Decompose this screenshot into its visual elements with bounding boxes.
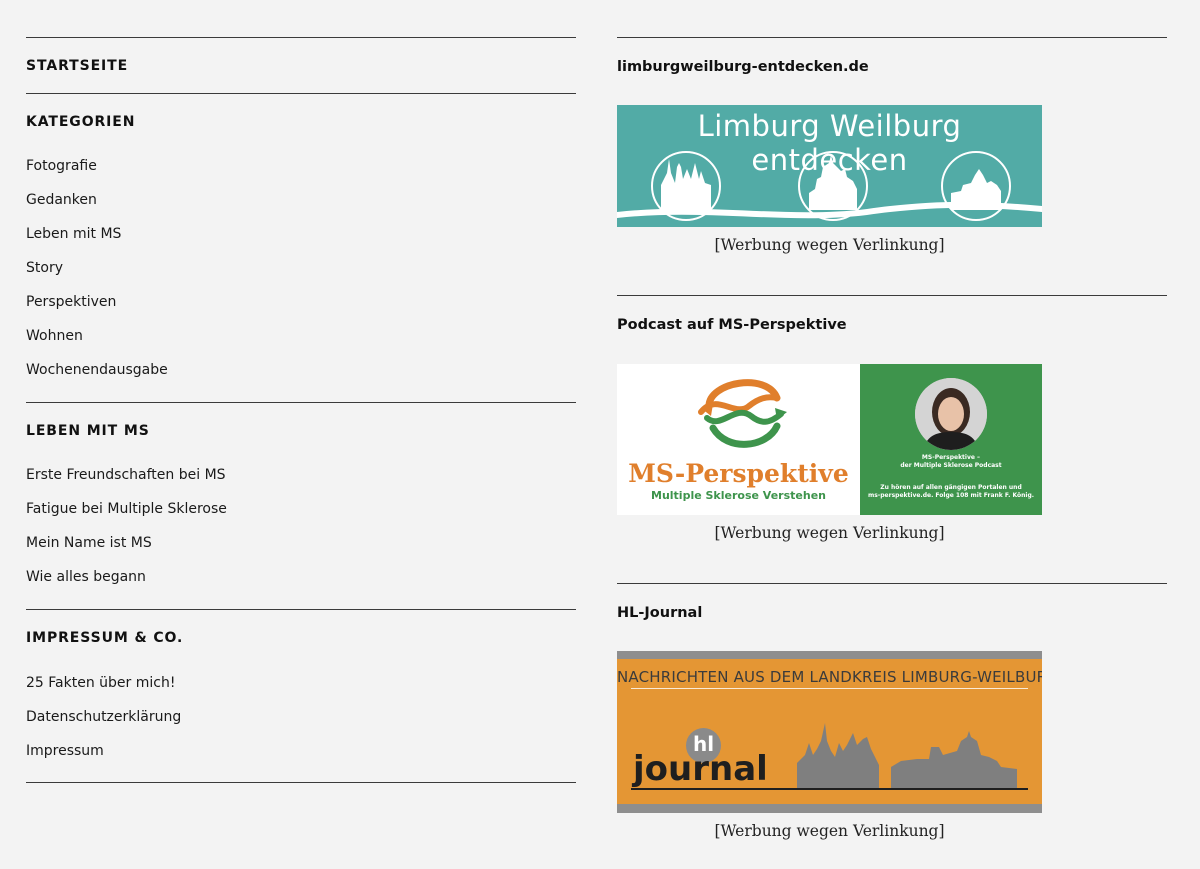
podcast-tagline-line: der Multiple Sklerose Podcast [900, 462, 1002, 469]
podcast-name-line: MS-Perspektive – [921, 454, 981, 461]
category-link-leben-mit-ms[interactable]: Leben mit MS [26, 226, 121, 242]
widget-heading-limburgweilburg: limburgweilburg-entdecken.de [617, 59, 869, 75]
divider [617, 37, 1167, 38]
section-heading-impressum: IMPRESSUM & CO. [26, 630, 184, 646]
podcast-info-panel: MS-Perspektive – der Multiple Sklerose P… [860, 364, 1042, 515]
divider [26, 609, 576, 610]
page-link-wie-alles-begann[interactable]: Wie alles begann [26, 569, 146, 585]
divider [617, 583, 1167, 584]
podcast-episode-line: ms-perspektive.de. Folge 108 mit Frank F… [867, 492, 1035, 499]
category-link-wohnen[interactable]: Wohnen [26, 328, 83, 344]
city-skyline-illustration [617, 151, 1042, 227]
widget-heading-podcast: Podcast auf MS-Perspektive [617, 317, 847, 333]
page-link-erste-freundschaften[interactable]: Erste Freundschaften bei MS [26, 467, 226, 483]
divider [26, 37, 576, 38]
advertising-caption: [Werbung wegen Verlinkung] [714, 822, 945, 840]
divider [617, 295, 1167, 296]
ms-perspektive-subtitle: Multiple Sklerose Verstehen [651, 489, 826, 502]
advertising-caption: [Werbung wegen Verlinkung] [714, 236, 945, 254]
category-link-fotografie[interactable]: Fotografie [26, 158, 97, 174]
limburg-weilburg-banner[interactable]: Limburg Weilburg entdecken [617, 105, 1042, 227]
category-link-story[interactable]: Story [26, 260, 63, 276]
page-link-fatigue[interactable]: Fatigue bei Multiple Sklerose [26, 501, 227, 517]
nav-startseite[interactable]: STARTSEITE [26, 58, 128, 74]
page-link-25-fakten[interactable]: 25 Fakten über mich! [26, 675, 175, 691]
advertising-caption: [Werbung wegen Verlinkung] [714, 524, 945, 542]
limburg-skyline-icon [631, 723, 1028, 790]
section-heading-kategorien: KATEGORIEN [26, 114, 136, 130]
category-link-perspektiven[interactable]: Perspektiven [26, 294, 116, 310]
ms-perspektive-logo-icon [698, 379, 787, 448]
hl-journal-banner[interactable]: NACHRICHTEN AUS DEM LANDKREIS LIMBURG-WE… [617, 651, 1042, 813]
ms-perspektive-podcast-banner[interactable]: MS-Perspektive Multiple Sklerose Versteh… [617, 364, 1042, 515]
podcast-availability-line: Zu hören auf allen gängigen Portalen und [880, 484, 1022, 491]
host-avatar [915, 378, 987, 450]
ms-perspektive-title: MS-Perspektive [628, 459, 849, 488]
divider [26, 402, 576, 403]
page-link-datenschutz[interactable]: Datenschutzerklärung [26, 709, 181, 725]
divider [26, 93, 576, 94]
category-link-gedanken[interactable]: Gedanken [26, 192, 97, 208]
divider [26, 782, 576, 783]
page-link-impressum[interactable]: Impressum [26, 743, 104, 759]
category-link-wochenendausgabe[interactable]: Wochenendausgabe [26, 362, 168, 378]
widget-heading-hl-journal: HL-Journal [617, 605, 703, 621]
page-link-mein-name-ist-ms[interactable]: Mein Name ist MS [26, 535, 152, 551]
person-portrait-icon [915, 378, 987, 450]
section-heading-leben-mit-ms: LEBEN MIT MS [26, 423, 150, 439]
banner-stripe [617, 804, 1042, 813]
